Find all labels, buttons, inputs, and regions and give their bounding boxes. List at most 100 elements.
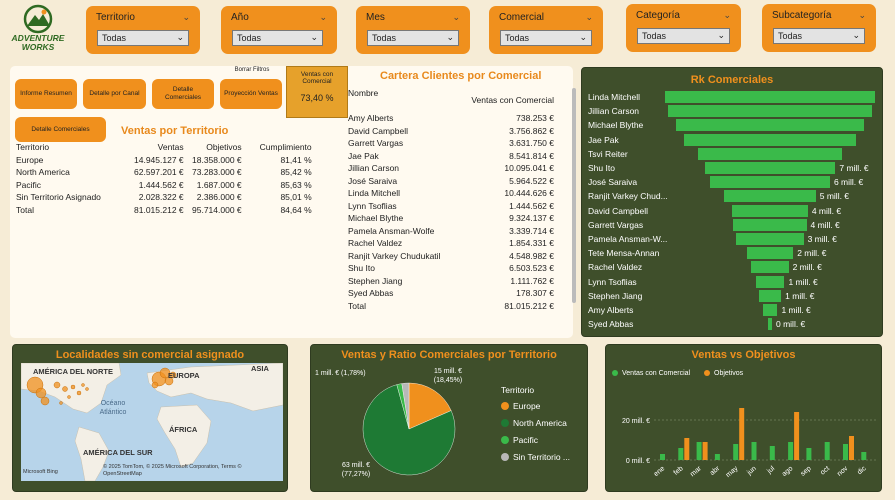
table-row[interactable]: David Campbell 3.756.862 € (348, 125, 554, 138)
table-row[interactable]: Jillian Carson 10.095.041 € (348, 162, 554, 175)
table-row[interactable]: Total 81.015.212 € 95.714.000 € 84,64 % (13, 204, 315, 217)
table-row[interactable]: Jae Pak 8.541.814 € (348, 150, 554, 163)
ranking-title: Rk Comerciales (690, 74, 774, 86)
logo-icon (23, 4, 53, 34)
bar-objetivos[interactable] (684, 438, 690, 460)
informe-resumen-button[interactable]: Informe Resumen (15, 79, 77, 109)
proyeccion-ventas-button[interactable]: Proyección Ventas (220, 79, 282, 109)
table-row[interactable]: Pacific 1.444.562 € 1.687.000 € 85,63 % (13, 179, 315, 192)
pie-legend-item[interactable]: Pacific (501, 435, 538, 445)
pie-legend-item[interactable]: North America (501, 418, 567, 428)
slicer-dropdown[interactable]: Todas ⌄ (773, 28, 865, 44)
slicer-dropdown[interactable]: Todas ⌄ (232, 30, 323, 46)
detalle-canal-button[interactable]: Detalle por Canal (83, 79, 146, 109)
cartera-scrollbar[interactable] (572, 88, 576, 303)
ranking-bar[interactable] (755, 275, 785, 288)
table-row[interactable]: Ranjit Varkey Chudukatil 4.548.982 € (348, 250, 554, 263)
ranking-bar[interactable] (724, 190, 816, 203)
legend-label: North America (513, 418, 567, 428)
ranking-bar[interactable] (704, 162, 836, 174)
table-row[interactable]: Garrett Vargas 3.631.750 € (348, 137, 554, 150)
chevron-down-icon[interactable]: ⌄ (723, 10, 731, 21)
slicer-subcategoria[interactable]: Subcategoría ⌄ Todas ⌄ (762, 4, 876, 52)
bar-ventas[interactable] (843, 444, 848, 460)
slicer-comercial[interactable]: Comercial ⌄ Todas ⌄ (489, 6, 603, 54)
slicer-value: Todas (102, 33, 127, 43)
slicer-ano[interactable]: Año ⌄ Todas ⌄ (221, 6, 337, 54)
bar-objetivos[interactable] (739, 408, 745, 460)
table-row[interactable]: Syed Abbas 178.307 € (348, 287, 554, 300)
ranking-bar[interactable] (751, 261, 789, 274)
table-row[interactable]: Amy Alberts 738.253 € (348, 112, 554, 125)
table-row[interactable]: José Saraiva 5.964.522 € (348, 175, 554, 188)
legend-dot-icon (501, 436, 509, 444)
dropdown-arrow-icon: ⌄ (310, 32, 318, 42)
ranking-bar[interactable] (732, 204, 808, 217)
chevron-down-icon[interactable]: ⌄ (182, 12, 190, 23)
bar-ventas[interactable] (769, 446, 775, 460)
chevron-down-icon[interactable]: ⌄ (319, 12, 327, 23)
pie-chart (362, 382, 456, 476)
ranking-bar[interactable] (676, 119, 864, 132)
ranking-bar[interactable] (697, 147, 843, 160)
table-row[interactable]: Michael Blythe 9.324.137 € (348, 212, 554, 225)
table-row[interactable]: Rachel Valdez 1.854.331 € (348, 237, 554, 250)
bar-ventas[interactable] (660, 454, 665, 460)
slicer-dropdown[interactable]: Todas ⌄ (97, 30, 189, 46)
slicer-categoria[interactable]: Categoría ⌄ Todas ⌄ (626, 4, 741, 52)
slicer-mes[interactable]: Mes ⌄ Todas ⌄ (356, 6, 470, 54)
bar-objetivos[interactable] (702, 442, 708, 460)
detalle-comerciales-button[interactable]: Detalle Comerciales (152, 79, 214, 109)
detalle-comerciales-button-2[interactable]: Detalle Comerciales (15, 117, 106, 142)
bar-ventas[interactable] (696, 442, 702, 460)
pie-legend-item[interactable]: Sin Territorio ... (501, 452, 570, 462)
bar-ventas[interactable] (824, 442, 830, 460)
slicer-dropdown[interactable]: Todas ⌄ (500, 30, 592, 46)
bar-ventas[interactable] (806, 448, 812, 460)
bar-ventas[interactable] (861, 452, 867, 460)
bar-objetivos[interactable] (794, 412, 800, 460)
table-row[interactable]: Linda Mitchell 10.444.626 € (348, 187, 554, 200)
table-row[interactable]: Shu Ito 6.503.523 € (348, 262, 554, 275)
pie-label-europe: 15 mill. € (18,45%) (433, 368, 463, 384)
chevron-down-icon[interactable]: ⌄ (585, 12, 593, 23)
slicer-label: Comercial (499, 12, 545, 23)
slicer-dropdown[interactable]: Todas ⌄ (367, 30, 459, 46)
ranking-bar[interactable] (736, 233, 804, 245)
table-cell: 85,42 % (280, 167, 312, 178)
kpi-label: Ventas con Comercial (300, 71, 334, 85)
chevron-down-icon[interactable]: ⌄ (858, 10, 866, 21)
map-label-na: AMÉRICA DEL NORTE (33, 367, 114, 376)
map-label-eu: EUROPA (168, 371, 200, 380)
ranking-bar[interactable] (668, 105, 872, 118)
ranking-bar[interactable] (746, 247, 794, 260)
ranking-bar[interactable] (768, 318, 772, 331)
ranking-value: 5 mill. € (819, 191, 850, 202)
borrar-filtros-link[interactable]: Borrar Filtros (222, 67, 282, 73)
table-row[interactable]: Stephen Jiang 1.111.762 € (348, 275, 554, 288)
table-row[interactable]: Pamela Ansman-Wolfe 3.339.714 € (348, 225, 554, 238)
ranking-bar[interactable] (762, 304, 778, 316)
bar-ventas[interactable] (733, 444, 739, 460)
table-row[interactable]: Europe 14.945.127 € 18.358.000 € 81,41 % (13, 154, 315, 167)
bing-logo: Microsoft Bing (23, 469, 58, 475)
ranking-bar[interactable] (684, 133, 856, 146)
ranking-bar[interactable] (758, 289, 782, 302)
chevron-down-icon[interactable]: ⌄ (452, 12, 460, 23)
slicer-dropdown[interactable]: Todas ⌄ (637, 28, 730, 44)
slicer-territorio[interactable]: Territorio ⌄ Todas ⌄ (86, 6, 200, 54)
table-cell: 6.503.523 € (509, 263, 554, 274)
bar-ventas[interactable] (788, 442, 794, 460)
bar-ventas[interactable] (751, 442, 757, 460)
table-row[interactable]: Sin Territorio Asignado 2.028.322 € 2.386.… (13, 191, 315, 204)
bar-ventas[interactable] (714, 454, 720, 460)
ranking-bar[interactable] (665, 91, 875, 103)
table-row[interactable]: North America 62.597.201 € 73.283.000 € 85,… (13, 166, 315, 179)
ranking-bar[interactable] (710, 176, 830, 189)
bar-objetivos[interactable] (849, 436, 854, 460)
bar-ventas[interactable] (678, 448, 684, 460)
pie-legend-item[interactable]: Europe (501, 401, 540, 411)
table-row[interactable]: Total 81.015.212 € (348, 300, 554, 313)
table-row[interactable]: Lynn Tsoflias 1.444.562 € (348, 200, 554, 213)
ranking-bar[interactable] (733, 218, 807, 231)
